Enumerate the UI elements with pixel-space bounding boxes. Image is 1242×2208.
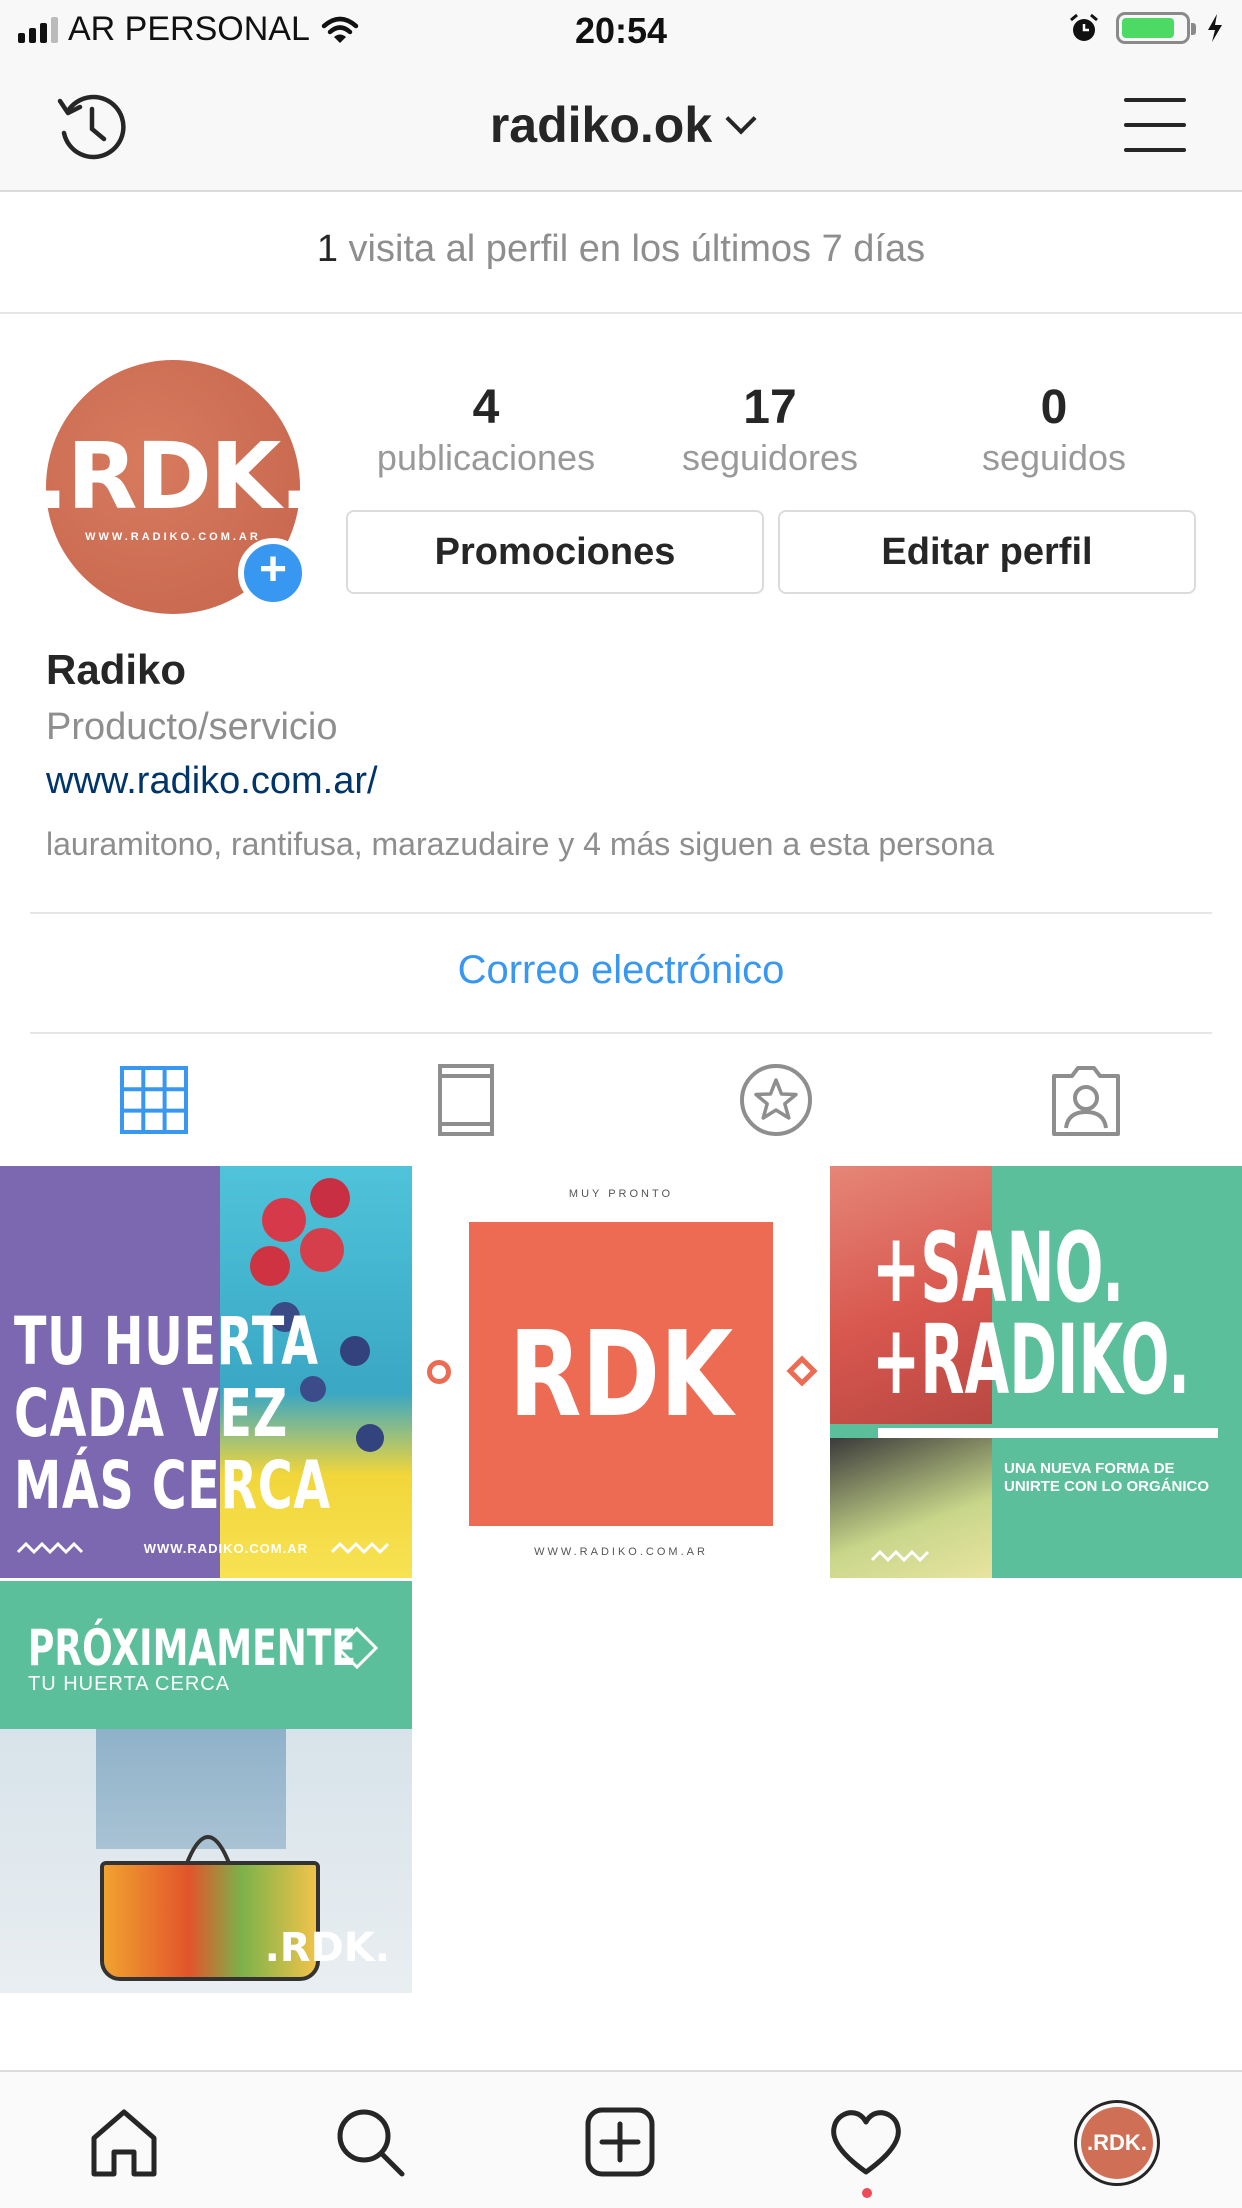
zigzag-icon	[870, 1549, 930, 1563]
saved-icon[interactable]	[736, 1060, 816, 1140]
profile-website-link[interactable]: www.radiko.com.ar/	[46, 760, 378, 803]
headline-line: CADA VEZ	[14, 1375, 288, 1452]
battery-icon	[1116, 12, 1196, 44]
heart-icon[interactable]	[828, 2104, 904, 2180]
account-switcher[interactable]: radiko.ok	[0, 96, 1242, 154]
feed-icon[interactable]	[426, 1060, 506, 1140]
stat-posts[interactable]: 4 publicaciones	[346, 380, 626, 480]
diamond-icon	[786, 1355, 818, 1387]
post-4-title: PRÓXIMAMENTE	[28, 1619, 356, 1677]
stat-label: publicaciones	[376, 437, 596, 478]
stat-label: seguidos	[981, 437, 1127, 478]
post-1-headline: TU HUERTA CADA VEZ MÁS CERCA	[14, 1306, 331, 1522]
chevron-down-icon	[725, 103, 757, 135]
divider	[878, 1428, 1218, 1438]
stat-value: 17	[743, 381, 797, 434]
add-story-icon[interactable]: +	[238, 538, 308, 608]
profile-tab-avatar[interactable]: .RDK.	[1074, 2100, 1160, 2186]
divider	[30, 1032, 1212, 1034]
post-3-tagline: UNA NUEVA FORMA DE UNIRTE CON LO ORGÁNIC…	[1004, 1460, 1209, 1495]
stat-value: 0	[1040, 381, 1068, 434]
headline-line: +SANO.	[872, 1212, 1125, 1324]
status-right	[1068, 12, 1224, 44]
post-thumbnail-3[interactable]: +SANO. +RADIKO. UNA NUEVA FORMA DE UNIRT…	[830, 1166, 1242, 1578]
post-2-logo-box: RDK	[469, 1222, 773, 1526]
circle-icon	[427, 1360, 451, 1384]
promotions-button[interactable]: Promociones	[346, 510, 764, 594]
alarm-icon	[1070, 13, 1098, 41]
visits-text: visita al perfil en los últimos 7 días	[337, 228, 926, 270]
visits-count: 1	[316, 228, 338, 270]
top-nav: radiko.ok	[0, 62, 1242, 192]
post-1-url: WWW.RADIKO.COM.AR	[143, 1541, 308, 1556]
post-4-logo: .RDK.	[264, 1925, 390, 1971]
post-thumbnail-2[interactable]: MUY PRONTO RDK WWW.RADIKO.COM.AR	[415, 1166, 827, 1578]
post-thumbnail-1[interactable]: TU HUERTA CADA VEZ MÁS CERCA WWW.RADIKO.…	[0, 1166, 412, 1578]
search-icon[interactable]	[332, 2104, 408, 2180]
post-thumbnail-4[interactable]: PRÓXIMAMENTE TU HUERTA CERCA .RDK.	[0, 1581, 412, 1993]
menu-icon[interactable]	[1124, 98, 1186, 152]
email-contact-button[interactable]: Correo electrónico	[0, 948, 1242, 993]
profile-name: Radiko	[46, 646, 187, 693]
stat-following[interactable]: 0 seguidos	[914, 380, 1194, 480]
post-2-url: WWW.RADIKO.COM.AR	[534, 1546, 708, 1558]
profile-visits-banner[interactable]: 1 visita al perfil en los últimos 7 días	[0, 194, 1242, 314]
post-2-logo: RDK	[508, 1305, 734, 1443]
divider	[30, 912, 1212, 914]
zigzag-icon	[330, 1541, 390, 1555]
clock: 20:54	[574, 10, 668, 51]
stat-value: 4	[472, 381, 500, 434]
home-icon[interactable]	[86, 2104, 162, 2180]
notification-dot	[862, 2188, 872, 2198]
post-3-headline: +SANO. +RADIKO.	[872, 1212, 1191, 1416]
avatar-logo-text: .RDK.	[33, 423, 314, 530]
grid-icon[interactable]	[114, 1060, 194, 1140]
headline-line: MÁS CERCA	[14, 1447, 331, 1524]
profile-tab-avatar-text: .RDK.	[1081, 2107, 1153, 2179]
post-4-subtitle: TU HUERTA CERCA	[28, 1673, 231, 1695]
post-2-top-text: MUY PRONTO	[568, 1188, 674, 1200]
tagged-icon[interactable]	[1046, 1060, 1126, 1140]
status-bar: AR PERSONAL 20:54	[0, 0, 1242, 62]
headline-line: +RADIKO.	[872, 1304, 1191, 1416]
followed-by-text[interactable]: lauramitono, rantifusa, marazudaire y 4 …	[46, 826, 994, 863]
charging-icon	[1208, 14, 1222, 42]
edit-profile-button[interactable]: Editar perfil	[778, 510, 1196, 594]
avatar-logo-subtext: WWW.RADIKO.COM.AR	[85, 531, 261, 543]
headline-line: TU HUERTA	[14, 1303, 319, 1380]
profile-category: Producto/servicio	[46, 706, 338, 748]
new-post-icon[interactable]	[582, 2104, 658, 2180]
username: radiko.ok	[489, 97, 713, 153]
zigzag-icon	[16, 1541, 84, 1555]
bottom-nav: .RDK.	[0, 2070, 1242, 2208]
stat-followers[interactable]: 17 seguidores	[630, 380, 910, 480]
stat-label: seguidores	[681, 437, 859, 478]
